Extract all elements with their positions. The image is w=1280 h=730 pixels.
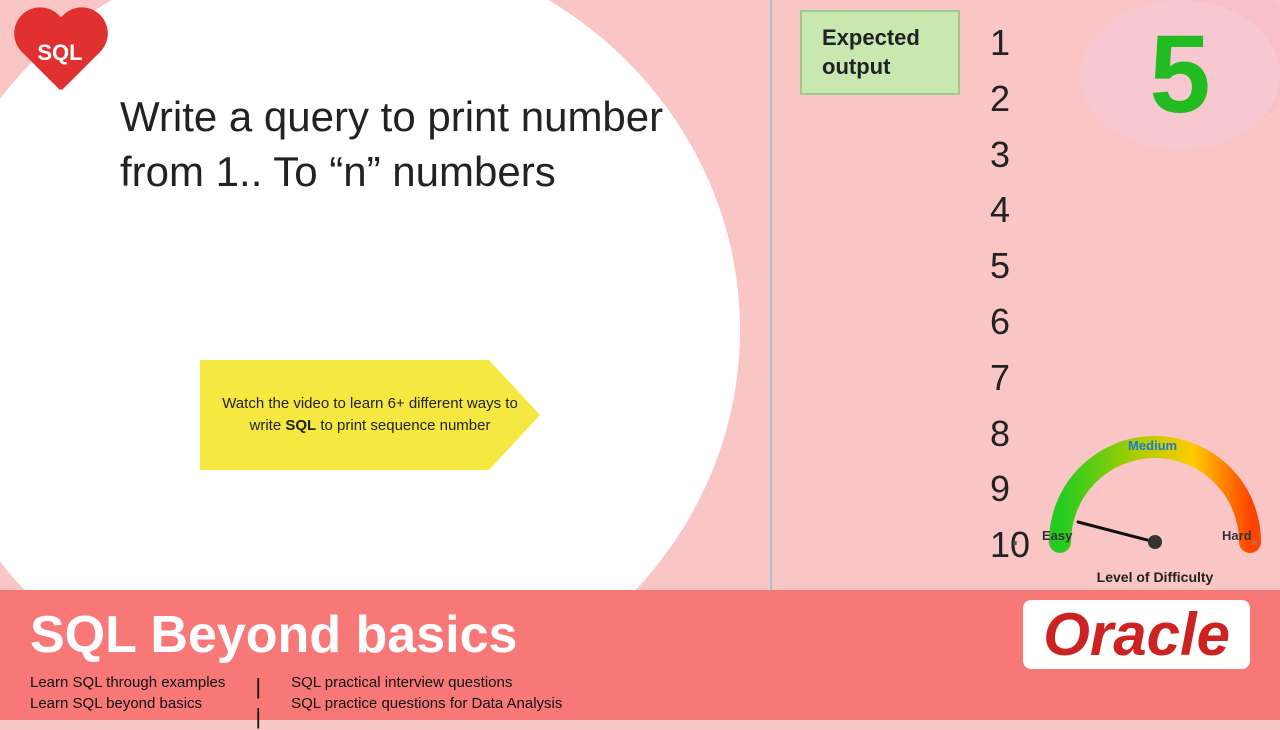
oracle-text: Oracle bbox=[1023, 600, 1250, 669]
link-learn-sql: Learn SQL through examples bbox=[30, 674, 225, 691]
question-text: Write a query to print number from 1.. T… bbox=[120, 90, 700, 199]
main-container: SQL Write a query to print number from 1… bbox=[0, 0, 1280, 720]
output-numbers: 1 2 3 4 5 6 7 8 9 10 bbox=[990, 15, 1030, 573]
vertical-divider bbox=[770, 0, 772, 590]
bottom-bar: SQL Beyond basics Oracle Learn SQL throu… bbox=[0, 590, 1280, 720]
gauge-area: * * Easy Medium Hard Level of Difficulty bbox=[1040, 432, 1270, 585]
arrow-text: Watch the video to learn 6+ different wa… bbox=[220, 393, 520, 438]
bottom-main-row: SQL Beyond basics Oracle bbox=[30, 600, 1250, 669]
sql-beyond-basics-title: SQL Beyond basics bbox=[30, 605, 517, 665]
separators: | | bbox=[255, 674, 261, 730]
big-five: 5 bbox=[1149, 20, 1210, 130]
gauge-svg: * * Easy Medium Hard bbox=[1040, 432, 1270, 562]
num-6: 6 bbox=[990, 294, 1030, 350]
bottom-links-left: Learn SQL through examples Learn SQL bey… bbox=[30, 674, 225, 730]
svg-text:Hard: Hard bbox=[1222, 528, 1252, 543]
num-2: 2 bbox=[990, 71, 1030, 127]
bottom-links: Learn SQL through examples Learn SQL bey… bbox=[30, 674, 1250, 730]
svg-text:Medium: Medium bbox=[1128, 438, 1177, 453]
bottom-links-right: SQL practical interview questions SQL pr… bbox=[291, 674, 562, 730]
link-interview: SQL practical interview questions bbox=[291, 674, 562, 691]
difficulty-gauge-container: 5 bbox=[1080, 0, 1280, 150]
svg-text:*: * bbox=[1252, 537, 1258, 553]
num-4: 4 bbox=[990, 182, 1030, 238]
num-3: 3 bbox=[990, 127, 1030, 183]
link-data-analysis: SQL practice questions for Data Analysis bbox=[291, 695, 562, 712]
gauge-level-label: Level of Difficulty bbox=[1040, 569, 1270, 585]
num-1: 1 bbox=[990, 15, 1030, 71]
sql-badge-text: SQL bbox=[10, 40, 110, 66]
num-5: 5 bbox=[990, 238, 1030, 294]
svg-text:Easy: Easy bbox=[1042, 528, 1073, 543]
arrow-body-text: Watch the video to learn 6+ different wa… bbox=[200, 360, 540, 470]
expected-output-box: Expected output bbox=[800, 10, 960, 95]
dot-1: . bbox=[1010, 505, 1020, 561]
arrow-shape: Watch the video to learn 6+ different wa… bbox=[200, 360, 540, 470]
sep-2: | bbox=[255, 704, 261, 730]
sep-1: | bbox=[255, 674, 261, 700]
link-learn-beyond: Learn SQL beyond basics bbox=[30, 695, 225, 712]
arrow-box: Watch the video to learn 6+ different wa… bbox=[200, 360, 540, 470]
sql-bold: SQL bbox=[285, 417, 316, 434]
sql-heart-badge: SQL bbox=[10, 10, 110, 105]
num-8: 8 bbox=[990, 406, 1030, 462]
num-7: 7 bbox=[990, 350, 1030, 406]
